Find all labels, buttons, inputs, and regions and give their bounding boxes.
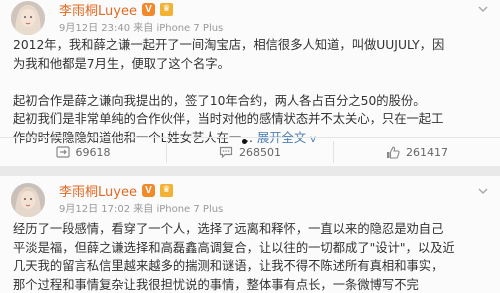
avatar[interactable] — [11, 183, 45, 217]
author-name[interactable]: 李雨桐Luyee — [59, 181, 137, 200]
comment-icon — [219, 146, 233, 158]
like-button[interactable]: 261417 — [334, 141, 500, 163]
post-body: 2012年，我和薛之谦一起开了一间淘宝店，相信很多人知道，叫做UUJULY，因 … — [13, 36, 491, 149]
weibo-post: 李雨桐Luyee V ♛ 9月12日 23:40 来自 iPhone 7 Plu… — [0, 0, 500, 166]
post-line: 起初合作是薛之谦向我提出的，签了10年合约，两人各占百分之50的股份。 — [13, 93, 426, 108]
repost-button[interactable]: 69618 — [0, 141, 167, 163]
weibo-feed: 李雨桐Luyee V ♛ 9月12日 23:40 来自 iPhone 7 Plu… — [0, 0, 500, 293]
post-line: 起初我们是非常单纯的合作伙伴，当时对他的感情状态并不太关心，只在一起工 — [13, 112, 444, 126]
post-separator — [0, 166, 500, 176]
chevron-down-icon[interactable] — [476, 2, 490, 16]
post-line — [13, 73, 491, 92]
divider — [0, 137, 500, 138]
post-line: 为我和他都是7月生，便取了这个名字。 — [13, 56, 230, 71]
post-meta: 9月12日 17:02 来自 iPhone 7 Plus — [59, 204, 224, 215]
thumbs-up-icon — [387, 146, 400, 159]
avatar[interactable] — [11, 1, 45, 35]
verified-badge-icon: V — [141, 183, 155, 197]
verified-badge-icon: V — [141, 2, 155, 16]
post-meta: 9月12日 23:40 来自 iPhone 7 Plus — [59, 23, 224, 34]
post-body: 经历了一段感情，看穿了一个人，选择了远离和释怀，一直以来的隐忍是劝自己 平淡是福… — [13, 220, 491, 293]
like-count: 261417 — [406, 145, 448, 159]
repost-icon — [55, 146, 70, 158]
post-line: 那个过程和事情复杂让我很担忧说的事情，整体事有点长，一条微博写不完 — [13, 277, 419, 292]
weibo-post: 李雨桐Luyee V ♛ 9月12日 17:02 来自 iPhone 7 Plu… — [0, 176, 500, 293]
action-bar: 69618 268501 261417 — [0, 141, 500, 163]
crown-icon: ♛ — [159, 183, 173, 197]
post-line: 2012年，我和薛之谦一起开了一间淘宝店，相信很多人知道，叫做UUJULY，因 — [13, 38, 445, 52]
repost-count: 69618 — [75, 145, 111, 159]
author-row: 李雨桐Luyee V ♛ — [59, 181, 173, 200]
crown-icon: ♛ — [159, 2, 173, 16]
post-line: 几天我的留言私信里越来越多的揣测和谜语，让我不得不陈述所有真相和事实， — [13, 259, 444, 273]
author-row: 李雨桐Luyee V ♛ — [59, 0, 173, 19]
author-name[interactable]: 李雨桐Luyee — [59, 0, 137, 19]
comment-count: 268501 — [239, 145, 281, 159]
chevron-down-icon[interactable] — [476, 184, 490, 198]
post-line: 经历了一段感情，看穿了一个人，选择了远离和释怀，一直以来的隐忍是劝自己 — [13, 222, 444, 236]
comment-button[interactable]: 268501 — [167, 141, 334, 163]
post-line: 平淡是福，但薛之谦选择和高磊鑫高调复合，让以往的一切都成了"设计"，以及近 — [13, 240, 455, 255]
